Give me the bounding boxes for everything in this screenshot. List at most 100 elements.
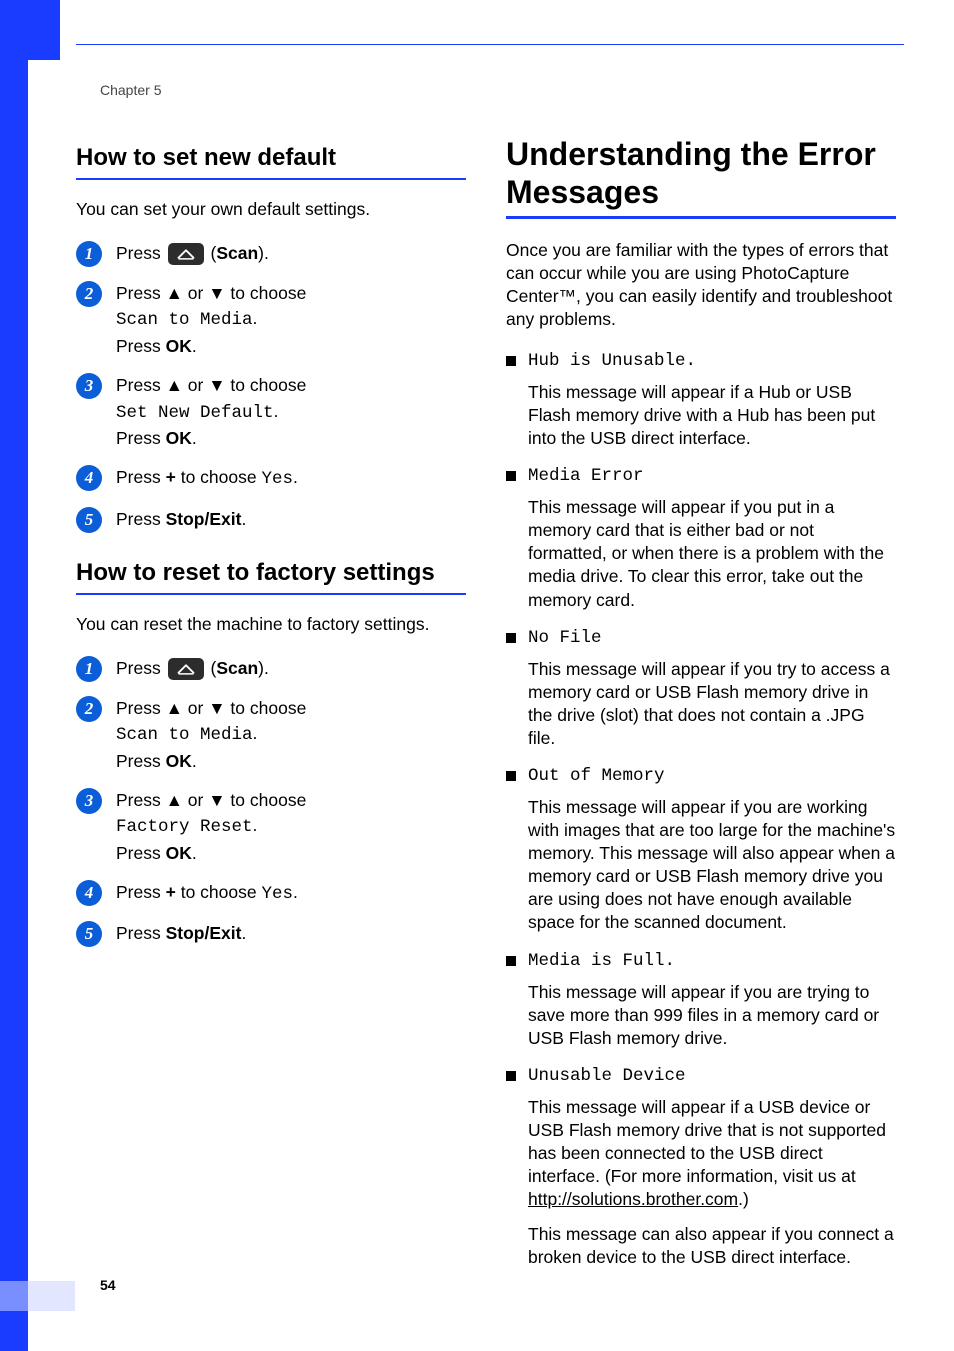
text: Press xyxy=(116,698,166,718)
ok-label: OK xyxy=(166,843,192,863)
plus-key: + xyxy=(166,882,176,902)
step-text: Press + to choose Yes. xyxy=(116,880,298,907)
error-desc: This message will appear if a Hub or USB… xyxy=(528,381,896,450)
up-arrow-icon: ▲ xyxy=(166,698,183,718)
error-desc: This message will appear if you try to a… xyxy=(528,658,896,750)
scan-label: Scan xyxy=(216,658,258,678)
text: or xyxy=(183,698,208,718)
text: Press xyxy=(116,790,166,810)
section2-title: How to reset to factory settings xyxy=(76,559,466,587)
down-arrow-icon: ▼ xyxy=(208,698,225,718)
error-code: Media Error xyxy=(506,466,896,486)
stop-exit-label: Stop/Exit xyxy=(166,923,242,943)
section1-title: How to set new default xyxy=(76,144,466,172)
error-item: Media Error This message will appear if … xyxy=(506,466,896,611)
menu-item: Scan to Media xyxy=(116,725,253,745)
step-text: Press ▲ or ▼ to choose Set New Default. … xyxy=(116,373,306,451)
step-number-icon: 3 xyxy=(76,373,102,399)
text: . xyxy=(293,882,298,902)
text: or xyxy=(183,283,208,303)
scan-key-icon xyxy=(168,658,204,680)
text: Press xyxy=(116,467,166,487)
left-column: How to set new default You can set your … xyxy=(76,130,466,1286)
down-arrow-icon: ▼ xyxy=(208,790,225,810)
error-code: Hub is Unusable. xyxy=(506,351,896,371)
text: Press xyxy=(116,283,166,303)
error-desc: This message can also appear if you conn… xyxy=(528,1223,896,1269)
error-desc: This message will appear if you are tryi… xyxy=(528,981,896,1050)
menu-item: Yes xyxy=(261,884,293,904)
rule xyxy=(76,593,466,595)
error-desc: This message will appear if you are work… xyxy=(528,796,896,935)
error-desc: This message will appear if a USB device… xyxy=(528,1096,896,1211)
step: 1 Press (Scan). xyxy=(76,656,466,682)
text: . xyxy=(192,428,197,448)
right-column: Understanding the Error Messages Once yo… xyxy=(506,130,896,1286)
ok-label: OK xyxy=(166,751,192,771)
up-arrow-icon: ▲ xyxy=(166,375,183,395)
step-number-icon: 1 xyxy=(76,656,102,682)
scan-label: Scan xyxy=(216,243,258,263)
step-number-icon: 5 xyxy=(76,921,102,947)
text: Press xyxy=(116,509,166,529)
menu-item: Scan to Media xyxy=(116,310,253,330)
step: 3 Press ▲ or ▼ to choose Factory Reset. … xyxy=(76,788,466,866)
menu-item: Set New Default xyxy=(116,403,274,423)
text: to choose xyxy=(226,375,307,395)
rule xyxy=(506,216,896,219)
support-link[interactable]: http://solutions.brother.com xyxy=(528,1189,738,1209)
down-arrow-icon: ▼ xyxy=(208,375,225,395)
text: . xyxy=(241,923,246,943)
step-text: Press Stop/Exit. xyxy=(116,921,246,946)
step-text: Press + to choose Yes. xyxy=(116,465,298,492)
step-number-icon: 5 xyxy=(76,507,102,533)
step-text: Press ▲ or ▼ to choose Scan to Media. Pr… xyxy=(116,696,306,774)
text: . xyxy=(253,308,258,328)
text: .) xyxy=(738,1189,749,1209)
text: Press xyxy=(116,843,166,863)
step-text: Press Stop/Exit. xyxy=(116,507,246,532)
step-text: Press ▲ or ▼ to choose Scan to Media. Pr… xyxy=(116,281,306,359)
right-title: Understanding the Error Messages xyxy=(506,136,896,212)
error-code: Unusable Device xyxy=(506,1066,896,1086)
blue-left-bar xyxy=(0,0,28,1351)
error-item: No File This message will appear if you … xyxy=(506,628,896,750)
stop-exit-label: Stop/Exit xyxy=(166,509,242,529)
up-arrow-icon: ▲ xyxy=(166,283,183,303)
section1-intro: You can set your own default settings. xyxy=(76,198,466,221)
text: or xyxy=(183,790,208,810)
step-number-icon: 4 xyxy=(76,880,102,906)
step-text: Press (Scan). xyxy=(116,241,269,266)
text: Press xyxy=(116,658,166,678)
error-code: No File xyxy=(506,628,896,648)
text: Press xyxy=(116,375,166,395)
blue-corner xyxy=(0,0,60,60)
text: to choose xyxy=(176,467,262,487)
section2-intro: You can reset the machine to factory set… xyxy=(76,613,466,636)
ok-label: OK xyxy=(166,428,192,448)
step: 1 Press (Scan). xyxy=(76,241,466,267)
step-number-icon: 3 xyxy=(76,788,102,814)
text: Press xyxy=(116,751,166,771)
text: Press xyxy=(116,882,166,902)
text: . xyxy=(192,751,197,771)
step-number-icon: 1 xyxy=(76,241,102,267)
right-intro: Once you are familiar with the types of … xyxy=(506,239,896,331)
chapter-label: Chapter 5 xyxy=(100,82,161,98)
scan-key-icon xyxy=(168,243,204,265)
text: to choose xyxy=(226,283,307,303)
error-desc: This message will appear if you put in a… xyxy=(528,496,896,611)
content-area: How to set new default You can set your … xyxy=(76,130,904,1286)
error-code: Out of Memory xyxy=(506,766,896,786)
error-item: Unusable Device This message will appear… xyxy=(506,1066,896,1270)
error-item: Out of Memory This message will appear i… xyxy=(506,766,896,935)
error-code: Media is Full. xyxy=(506,951,896,971)
step: 5 Press Stop/Exit. xyxy=(76,507,466,533)
text: Press xyxy=(116,923,166,943)
down-arrow-icon: ▼ xyxy=(208,283,225,303)
step-number-icon: 2 xyxy=(76,696,102,722)
footer-tab xyxy=(0,1281,75,1311)
up-arrow-icon: ▲ xyxy=(166,790,183,810)
text: to choose xyxy=(176,882,262,902)
page: Chapter 5 5 4 How to set new default You … xyxy=(0,0,954,1351)
